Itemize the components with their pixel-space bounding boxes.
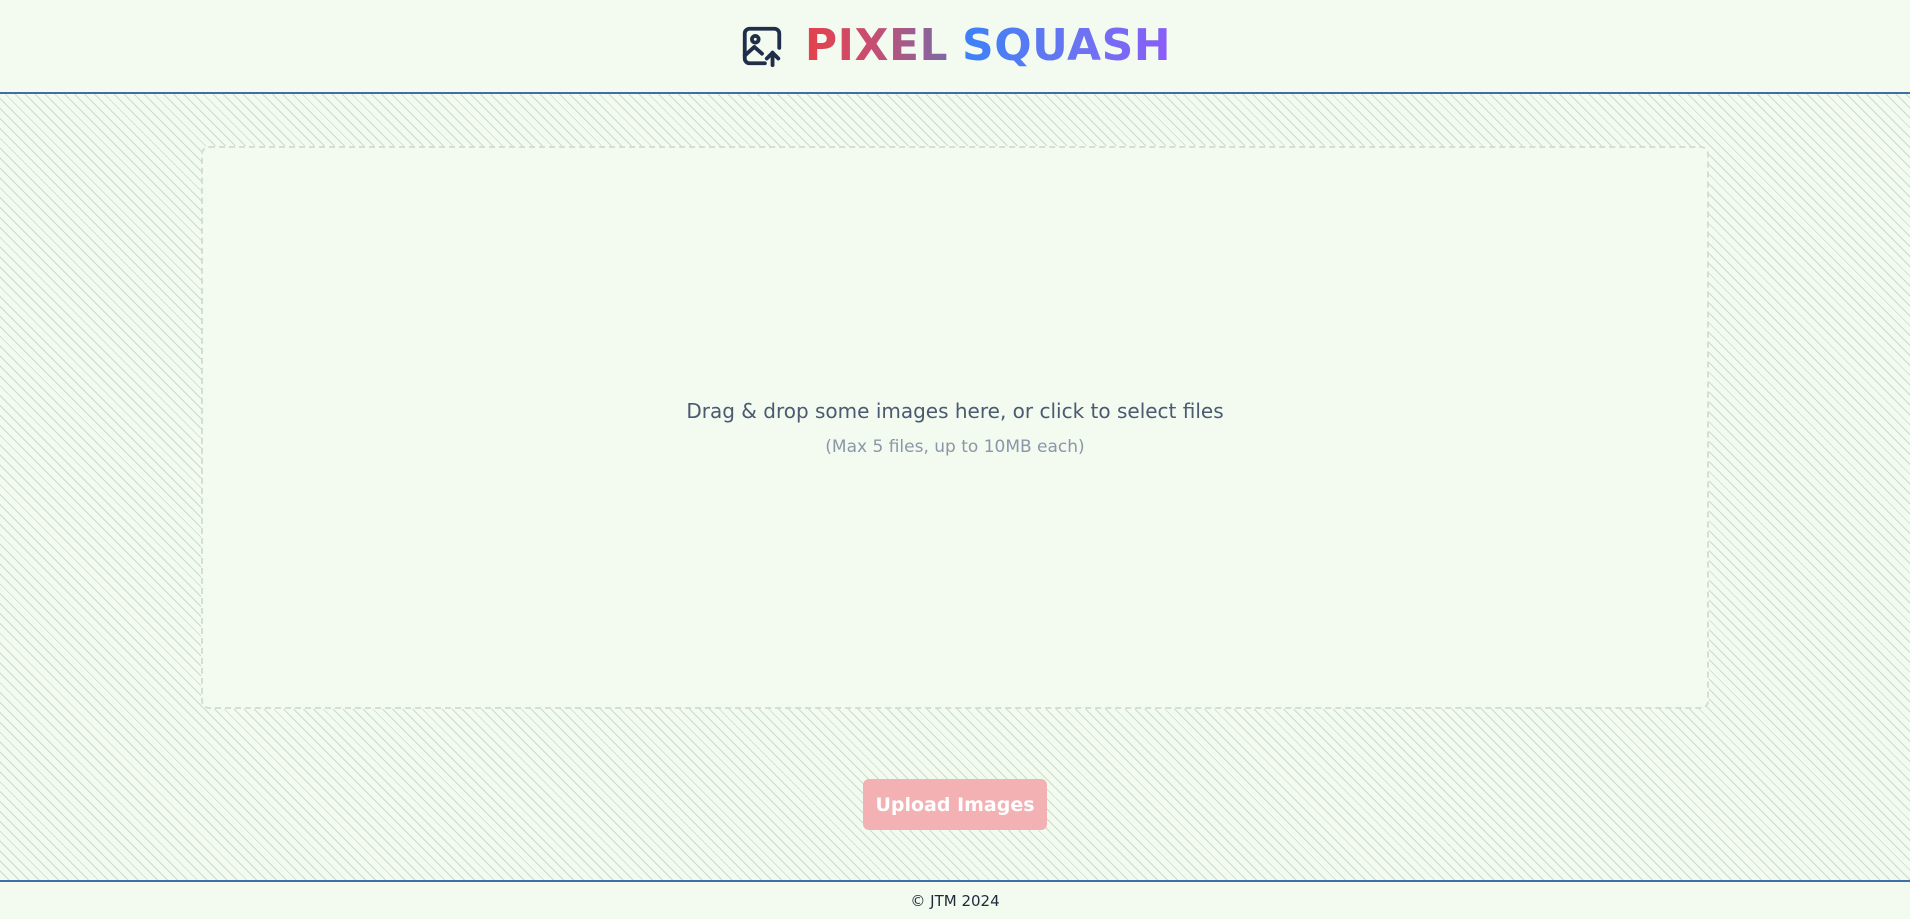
app-root: PIXEL SQUASH Drag & drop some images her…: [0, 0, 1910, 919]
dropzone-limits: (Max 5 files, up to 10MB each): [825, 436, 1085, 457]
app-header: PIXEL SQUASH: [0, 0, 1910, 94]
brand-word-pixel: PIXEL: [804, 20, 949, 71]
upload-images-button[interactable]: Upload Images: [863, 779, 1047, 830]
image-dropzone[interactable]: Drag & drop some images here, or click t…: [201, 146, 1709, 709]
dropzone-instructions: Drag & drop some images here, or click t…: [686, 398, 1224, 423]
brand-title: PIXEL SQUASH: [805, 24, 1171, 68]
brand-word-squash: SQUASH: [962, 20, 1172, 71]
footer-copyright: © JTM 2024: [910, 891, 1000, 910]
app-footer: © JTM 2024: [0, 880, 1910, 919]
main-area: Drag & drop some images here, or click t…: [0, 94, 1910, 880]
image-upload-icon: [739, 23, 785, 69]
